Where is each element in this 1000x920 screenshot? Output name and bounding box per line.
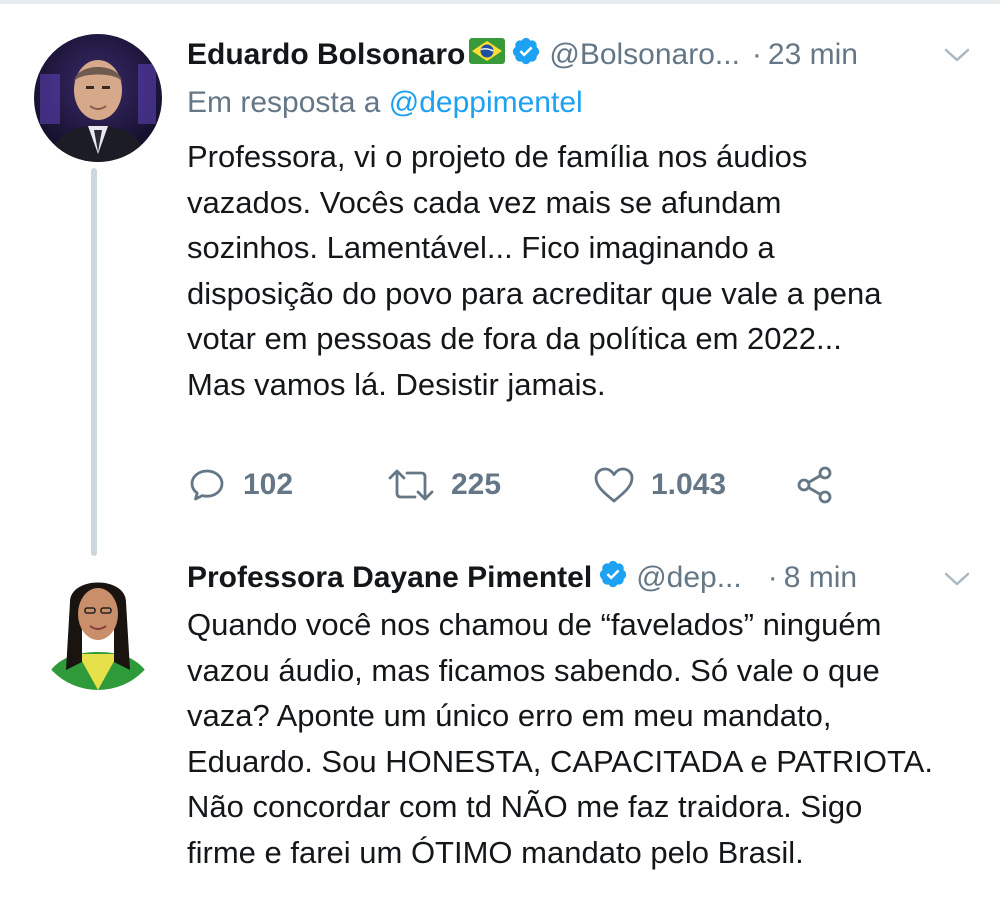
retweet-count: 225	[451, 468, 502, 501]
tweet2-text-line: vazou áudio, mas ficamos sabendo. Só val…	[187, 652, 880, 688]
reply-count: 102	[243, 468, 294, 501]
tweet2-menu-chevron-down-icon[interactable]	[943, 570, 971, 593]
retweet-icon	[387, 467, 435, 503]
thread-line	[91, 168, 97, 556]
brazil-flag-icon	[469, 38, 506, 72]
tweet1-handle[interactable]: @Bolsonaro...	[549, 38, 740, 72]
tweet1-author-name[interactable]: Eduardo Bolsonaro	[187, 38, 465, 72]
avatar-dayane[interactable]	[34, 562, 162, 690]
reply-prefix: Em resposta a	[187, 86, 381, 119]
share-button[interactable]	[795, 462, 835, 508]
share-icon	[795, 465, 835, 505]
tweet1-text-line: sozinhos. Lamentável... Fico imaginando …	[187, 230, 775, 265]
avatar-eduardo[interactable]	[34, 34, 162, 162]
tweet1-header: Eduardo Bolsonaro @Bolsonaro... · 23 min	[187, 33, 858, 77]
tweet2-author-name[interactable]: Professora Dayane Pimentel	[187, 561, 592, 595]
tweet1-text-line: vazados. Vocês cada vez mais se afundam	[187, 184, 782, 220]
tweet2-text-line: Não concordar com td NÃO me faz traidora…	[187, 789, 863, 824]
tweet2-text-line: Quando você nos chamou de “favelados” ni…	[187, 607, 882, 642]
tweet1-text: Professora, vi o projeto de família nos …	[187, 134, 882, 407]
tweet1-timestamp[interactable]: 23 min	[768, 38, 858, 72]
tweet1-text-line: votar em pessoas de fora da política em …	[187, 321, 842, 356]
tweet2-text-line: Eduardo. Sou HONESTA, CAPACITADA e PATRI…	[187, 743, 933, 779]
tweet2-text: Quando você nos chamou de “favelados” ni…	[187, 602, 933, 875]
heart-icon	[593, 466, 635, 504]
tweet1-text-line: Professora, vi o projeto de família nos …	[187, 139, 808, 174]
reply-mention-link[interactable]: @deppimentel	[389, 86, 583, 119]
reply-icon	[187, 465, 227, 505]
tweet2-text-line: firme e farei um ÓTIMO mandato pelo Bras…	[187, 834, 804, 870]
tweet1-menu-chevron-down-icon[interactable]	[943, 46, 971, 69]
tweet1-separator: ·	[751, 38, 762, 71]
tweet1-text-line: Mas vamos lá. Desistir jamais.	[187, 366, 606, 402]
tweet1-text-line: disposição do povo para acreditar que va…	[187, 275, 882, 311]
tweet1-reply-context: Em resposta a @deppimentel	[187, 86, 583, 120]
verified-badge-icon	[511, 36, 541, 74]
reply-button[interactable]: 102	[187, 462, 293, 508]
like-count: 1.043	[651, 468, 727, 501]
tweet2-text-line: vaza? Aponte um único erro em meu mandat…	[187, 698, 832, 733]
tweet2-separator: ·	[767, 561, 778, 594]
avatar-dayane-image	[34, 562, 162, 690]
tweet2-timestamp[interactable]: 8 min	[784, 561, 857, 595]
retweet-button[interactable]: 225	[387, 462, 501, 508]
tweet2-handle[interactable]: @dep...	[636, 561, 742, 595]
like-button[interactable]: 1.043	[593, 462, 726, 508]
avatar-eduardo-image	[34, 34, 162, 162]
top-divider	[0, 0, 1000, 4]
verified-badge-icon	[598, 559, 628, 597]
tweet2-header: Professora Dayane Pimentel @dep... · 8 m…	[187, 556, 857, 600]
